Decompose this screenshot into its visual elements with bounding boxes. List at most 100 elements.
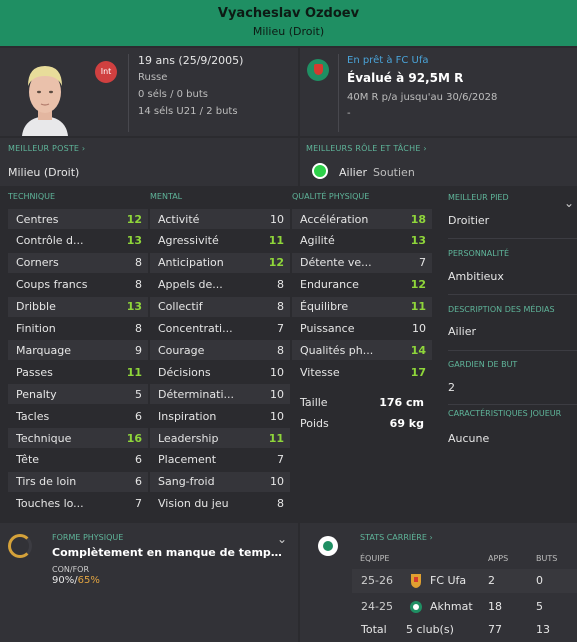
best-role-panel[interactable]: MEILLEURS RÔLE ET TÂCHE › Ailier Soutien (300, 138, 577, 186)
career-row[interactable]: 25-26 FC Ufa 2 0 (352, 569, 577, 593)
col-team: ÉQUIPE (360, 554, 390, 563)
attribute-row-mental[interactable]: Inspiration 10 (150, 406, 290, 426)
attribute-row-technique[interactable]: Contrôle d... 13 (8, 231, 148, 251)
personality-value: Ambitieux (448, 270, 504, 283)
attribute-row-mental[interactable]: Appels de... 8 (150, 275, 290, 295)
attribute-row-technique[interactable]: Dribble 13 (8, 296, 148, 317)
physical-form-panel[interactable]: FORME PHYSIQUE ⌄ Complètement en manque … (0, 523, 298, 642)
chevron-down-icon[interactable]: ⌄ (564, 196, 574, 210)
chevron-down-icon[interactable]: ⌄ (277, 532, 287, 546)
best-role-label[interactable]: MEILLEURS RÔLE ET TÂCHE › (306, 144, 427, 153)
club-badge-icon[interactable] (307, 59, 329, 81)
attribute-row-physical[interactable]: Détente ve... 7 (292, 252, 432, 273)
attribute-name: Touches lo... (16, 497, 84, 511)
best-position-panel[interactable]: MEILLEUR POSTE › Milieu (Droit) (0, 138, 298, 186)
attribute-row-technique[interactable]: Tacles 6 (8, 406, 148, 426)
divider (448, 404, 577, 405)
loan-link[interactable]: En prêt à FC Ufa (347, 55, 429, 66)
attribute-row-technique[interactable]: Penalty 5 (8, 384, 148, 405)
attribute-row-mental[interactable]: Collectif 8 (150, 296, 290, 317)
attribute-name: Inspiration (158, 409, 217, 423)
attribute-row-mental[interactable]: Activité 10 (150, 209, 290, 229)
attribute-row-mental[interactable]: Décisions 10 (150, 362, 290, 382)
attribute-value: 6 (135, 409, 142, 423)
attribute-row-mental[interactable]: Placement 7 (150, 450, 290, 470)
divider (448, 294, 577, 295)
attribute-name: Agressivité (158, 234, 219, 248)
attribute-name: Penalty (16, 387, 57, 401)
fitness-value: 65% (77, 575, 100, 586)
career-label[interactable]: STATS CARRIÈRE › (360, 533, 433, 542)
attribute-row-physical[interactable]: Endurance 12 (292, 275, 432, 295)
attribute-value: 8 (135, 256, 142, 270)
attribute-row-technique[interactable]: Tirs de loin 6 (8, 471, 148, 492)
attribute-row-mental[interactable]: Concentrati... 7 (150, 319, 290, 339)
attribute-row-physical[interactable]: Puissance 10 (292, 319, 432, 339)
attribute-row-physical[interactable]: Qualités ph... 14 (292, 340, 432, 361)
age-dob: 19 ans (25/9/2005) (138, 54, 244, 67)
career-apps: 2 (488, 574, 495, 587)
attribute-name: Appels de... (158, 278, 223, 292)
attribute-row-technique[interactable]: Corners 8 (8, 252, 148, 273)
total-label: Total (361, 623, 387, 636)
attribute-row-mental[interactable]: Courage 8 (150, 340, 290, 361)
attribute-value: 9 (135, 343, 142, 357)
col-goals: BUTS (536, 554, 558, 563)
attribute-value: 17 (410, 365, 426, 379)
career-club[interactable]: Akhmat (430, 600, 473, 613)
attribute-row-mental[interactable]: Anticipation 12 (150, 252, 290, 273)
attribute-value: 8 (135, 322, 142, 335)
attribute-row-technique[interactable]: Technique 16 (8, 428, 148, 448)
attribute-row-technique[interactable]: Marquage 9 (8, 340, 148, 361)
attribute-row-physical[interactable]: Accélération 18 (292, 209, 432, 229)
attribute-row-physical[interactable]: Agilité 13 (292, 231, 432, 251)
condition-value: 90% (52, 575, 75, 586)
attribute-row-physical[interactable]: Équilibre 11 (292, 296, 432, 317)
attribute-name: Puissance (300, 322, 355, 335)
attribute-row-technique[interactable]: Finition 8 (8, 319, 148, 339)
best-role-duty: Soutien (373, 166, 415, 179)
career-row[interactable]: 24-25 Akhmat 18 5 (352, 595, 577, 619)
attribute-row-mental[interactable]: Sang-froid 10 (150, 471, 290, 492)
attribute-value: 13 (126, 234, 142, 248)
attribute-value: 18 (410, 212, 426, 226)
attribute-value: 8 (277, 278, 284, 292)
player-traits-label: CARACTÉRISTIQUES JOUEUR (448, 409, 562, 418)
attribute-row-mental[interactable]: Vision du jeu 8 (150, 494, 290, 514)
career-club[interactable]: FC Ufa (430, 574, 466, 587)
attribute-row-mental[interactable]: Agressivité 11 (150, 231, 290, 251)
attribute-value: 12 (126, 212, 142, 226)
physical-heading: QUALITÉ PHYSIQUE (292, 192, 370, 201)
attribute-row-physical[interactable]: Vitesse 17 (292, 362, 432, 382)
total-goals: 13 (536, 623, 550, 636)
attribute-row-technique[interactable]: Coups francs 8 (8, 275, 148, 295)
attribute-name: Accélération (300, 212, 369, 226)
attribute-name: Coups francs (16, 278, 88, 292)
attribute-row-technique[interactable]: Centres 12 (8, 209, 148, 229)
attribute-name: Vision du jeu (158, 497, 229, 511)
side-info-column: MEILLEUR PIED ⌄ Droitier PERSONNALITÉ Am… (440, 188, 577, 518)
player-value: Évalué à 92,5M R (347, 71, 464, 85)
attribute-name: Concentrati... (158, 322, 233, 335)
goalkeeper-value: 2 (448, 381, 455, 394)
divider (448, 238, 577, 239)
attribute-name: Placement (158, 453, 217, 467)
attribute-name: Agilité (300, 234, 335, 248)
attribute-name: Sang-froid (158, 475, 215, 489)
form-status: Complètement en manque de temps de j... (52, 546, 286, 559)
career-stats-panel[interactable]: STATS CARRIÈRE › ÉQUIPE APPS BUTS Total … (300, 523, 577, 642)
attribute-row-technique[interactable]: Touches lo... 7 (8, 494, 148, 514)
attribute-name: Marquage (16, 343, 72, 357)
attribute-value: 5 (135, 387, 142, 401)
best-position-label[interactable]: MEILLEUR POSTE › (8, 144, 85, 153)
player-header: Vyacheslav Ozdoev Milieu (Droit) (0, 0, 577, 46)
player-traits-value: Aucune (448, 432, 490, 445)
attribute-value: 7 (277, 322, 284, 335)
attribute-row-mental[interactable]: Déterminati... 10 (150, 384, 290, 405)
international-badge-icon[interactable]: Int (95, 61, 117, 83)
attribute-value: 13 (410, 234, 426, 248)
attribute-row-mental[interactable]: Leadership 11 (150, 428, 290, 448)
attribute-name: Leadership (158, 431, 219, 445)
attribute-row-technique[interactable]: Tête 6 (8, 450, 148, 470)
attribute-row-technique[interactable]: Passes 11 (8, 362, 148, 382)
